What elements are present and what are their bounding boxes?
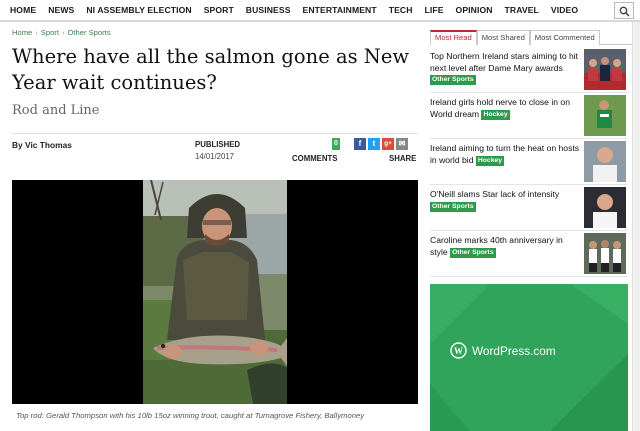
runners-thumbnail — [584, 233, 626, 274]
breadcrumb-separator: › — [61, 28, 65, 37]
share-icons: f t g+ ✉ — [354, 138, 408, 150]
story-tag-badge[interactable]: Other Sports — [430, 75, 476, 86]
tab-most-commented[interactable]: Most Commented — [529, 30, 600, 45]
story-title[interactable]: Ireland girls hold nerve to close in on … — [430, 97, 582, 120]
comments-button[interactable]: 0 COMMENTS — [292, 138, 344, 168]
story-title[interactable]: O'Neill slams Star lack of intensity Oth… — [430, 189, 582, 212]
story-tag-badge[interactable]: Hockey — [481, 109, 510, 120]
story-thumbnail[interactable] — [584, 233, 626, 274]
list-item[interactable]: O'Neill slams Star lack of intensity Oth… — [430, 186, 628, 231]
list-item[interactable]: Top Northern Ireland stars aiming to hit… — [430, 48, 628, 93]
story-title-text[interactable]: Ireland aiming to turn the heat on hosts… — [430, 143, 579, 165]
story-title-text[interactable]: Top Northern Ireland stars aiming to hit… — [430, 51, 578, 73]
published-label: PUBLISHED — [195, 140, 241, 149]
angler-photo-illustration — [143, 180, 287, 404]
nav-item-business[interactable]: BUSINESS — [240, 5, 297, 15]
tab-most-shared[interactable]: Most Shared — [476, 30, 530, 45]
sidebar-tabs: Most Read Most Shared Most Commented — [430, 30, 638, 45]
story-title[interactable]: Top Northern Ireland stars aiming to hit… — [430, 51, 582, 86]
wordpress-icon: W — [450, 342, 467, 359]
photo-caption: Top rod: Gerald Thompson with his 10lb 1… — [16, 411, 365, 420]
facebook-icon[interactable]: f — [354, 138, 366, 150]
nav-item-entertainment[interactable]: ENTERTAINMENT — [297, 5, 383, 15]
hockey-player-thumbnail — [584, 95, 626, 136]
story-tag-badge[interactable]: Other Sports — [430, 201, 476, 212]
top-nav: HOME NEWS NI ASSEMBLY ELECTION SPORT BUS… — [0, 0, 640, 22]
story-thumbnail[interactable] — [584, 49, 626, 90]
google-plus-icon[interactable]: g+ — [382, 138, 394, 150]
share-label: SHARE — [389, 154, 417, 163]
breadcrumb-home[interactable]: Home — [12, 28, 32, 37]
article-photo[interactable] — [143, 180, 287, 404]
breadcrumb-sport[interactable]: Sport — [41, 28, 59, 37]
most-read-list: Top Northern Ireland stars aiming to hit… — [430, 48, 628, 278]
nav-item-opinion[interactable]: OPINION — [450, 5, 499, 15]
share-group: f t g+ ✉ SHARE — [354, 138, 418, 168]
story-title-text[interactable]: O'Neill slams Star lack of intensity — [430, 189, 559, 199]
article-photo-frame — [12, 180, 418, 404]
story-thumbnail[interactable] — [584, 95, 626, 136]
story-tag-badge[interactable]: Other Sports — [450, 247, 496, 258]
ad-logo: W WordPress.com — [450, 342, 556, 359]
search-button[interactable] — [614, 2, 634, 19]
list-item[interactable]: Ireland girls hold nerve to close in on … — [430, 94, 628, 139]
breadcrumb-separator: › — [35, 28, 38, 37]
nav-item-tech[interactable]: TECH — [383, 5, 419, 15]
story-thumbnail[interactable] — [584, 187, 626, 228]
page-scrollbar[interactable] — [632, 22, 640, 431]
svg-text:W: W — [454, 346, 463, 356]
byline: By Vic Thomas — [12, 140, 72, 150]
story-tag-badge[interactable]: Hockey — [475, 155, 505, 166]
story-title[interactable]: Ireland aiming to turn the heat on hosts… — [430, 143, 582, 166]
nav-item-sport[interactable]: SPORT — [198, 5, 240, 15]
search-icon — [619, 6, 630, 17]
manager-portrait-thumbnail — [584, 187, 626, 228]
story-title[interactable]: Caroline marks 40th anniversary in style… — [430, 235, 582, 258]
article-headline: Where have all the salmon gone as New Ye… — [12, 45, 410, 94]
article-meta: By Vic Thomas PUBLISHED 14/01/2017 0 COM… — [12, 133, 418, 175]
twitter-icon[interactable]: t — [368, 138, 380, 150]
article-section-label: Rod and Line — [12, 103, 100, 118]
published-date: 14/01/2017 — [195, 152, 235, 161]
comments-count-badge: 0 — [332, 138, 340, 150]
tab-most-read[interactable]: Most Read — [430, 30, 477, 45]
ad-brand-text: WordPress.com — [472, 343, 556, 358]
comments-label: COMMENTS — [292, 154, 338, 163]
nav-item-home[interactable]: HOME — [4, 5, 42, 15]
email-icon[interactable]: ✉ — [396, 138, 408, 150]
nav-item-ni-assembly-election[interactable]: NI ASSEMBLY ELECTION — [80, 5, 197, 15]
list-item[interactable]: Ireland aiming to turn the heat on hosts… — [430, 140, 628, 185]
breadcrumb: Home › Sport › Other Sports — [12, 28, 111, 37]
coach-portrait-thumbnail — [584, 141, 626, 182]
story-thumbnail[interactable] — [584, 141, 626, 182]
nav-item-life[interactable]: LIFE — [419, 5, 450, 15]
nav-items: HOME NEWS NI ASSEMBLY ELECTION SPORT BUS… — [4, 0, 584, 20]
list-item[interactable]: Caroline marks 40th anniversary in style… — [430, 232, 628, 277]
nav-item-travel[interactable]: TRAVEL — [499, 5, 545, 15]
nav-item-video[interactable]: VIDEO — [545, 5, 584, 15]
nav-item-news[interactable]: NEWS — [42, 5, 80, 15]
group-photo-thumbnail — [584, 49, 626, 90]
advertisement[interactable]: W WordPress.com — [430, 284, 628, 431]
breadcrumb-other-sports[interactable]: Other Sports — [67, 28, 110, 37]
